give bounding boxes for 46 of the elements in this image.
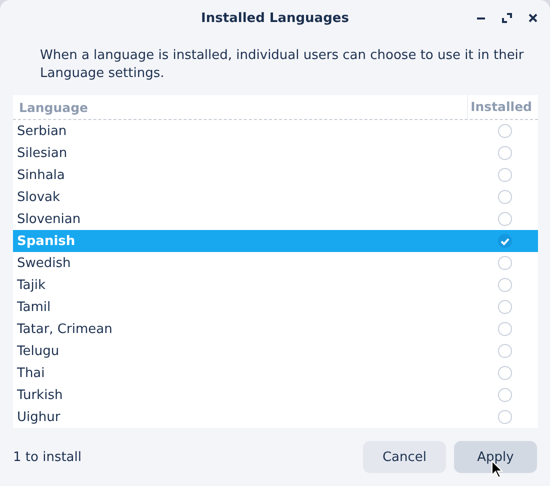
language-name: Telugu [16, 344, 60, 358]
language-row[interactable]: Thai [13, 362, 538, 384]
installed-checkbox[interactable] [498, 256, 512, 270]
language-row[interactable]: Uighur [13, 406, 538, 428]
language-row[interactable]: Turkish [13, 384, 538, 406]
window-title: Installed Languages [201, 10, 349, 26]
language-row[interactable]: Silesian [13, 142, 538, 164]
language-row[interactable]: Tajik [13, 274, 538, 296]
installed-checkbox[interactable] [498, 322, 512, 336]
language-row[interactable]: Sinhala [13, 164, 538, 186]
language-row[interactable]: Slovak [13, 186, 538, 208]
language-name: Tamil [16, 300, 52, 314]
language-name: Uighur [16, 410, 62, 424]
language-name: Spanish [16, 234, 76, 248]
language-name: Silesian [16, 146, 68, 160]
language-name: Serbian [16, 124, 68, 138]
installed-checkbox[interactable] [498, 388, 512, 402]
description-text: When a language is installed, individual users can choose to use it in their Language settings. [40, 47, 525, 83]
apply-button[interactable]: Apply [454, 441, 537, 473]
installed-checkbox[interactable] [498, 124, 512, 138]
language-row[interactable]: Telugu [13, 340, 538, 362]
language-row[interactable]: Serbian [13, 120, 538, 142]
language-name: Tatar, Crimean [16, 322, 114, 336]
installed-checkbox[interactable] [498, 300, 512, 314]
language-name: Tajik [16, 278, 47, 292]
installed-checkbox[interactable] [498, 190, 512, 204]
installed-checkbox[interactable] [498, 168, 512, 182]
status-text: 1 to install [13, 450, 82, 464]
installed-checkbox[interactable] [498, 366, 512, 380]
language-row[interactable]: Slovenian [13, 208, 538, 230]
cancel-button[interactable]: Cancel [363, 441, 446, 473]
language-row[interactable]: Tamil [13, 296, 538, 318]
language-name: Thai [16, 366, 46, 380]
language-name: Slovak [16, 190, 62, 204]
language-name: Slovenian [16, 212, 82, 226]
installed-checkbox[interactable] [498, 212, 512, 226]
language-name: Sinhala [16, 168, 66, 182]
installed-checkbox[interactable] [498, 278, 512, 292]
language-row[interactable]: Tatar, Crimean [13, 318, 538, 340]
language-name: Turkish [16, 388, 64, 402]
language-name: Swedish [16, 256, 72, 270]
language-row[interactable]: Swedish [13, 252, 538, 274]
installed-checkbox[interactable] [498, 344, 512, 358]
installed-checkbox[interactable] [498, 234, 512, 248]
installed-checkbox[interactable] [498, 410, 512, 424]
installed-checkbox[interactable] [498, 146, 512, 160]
